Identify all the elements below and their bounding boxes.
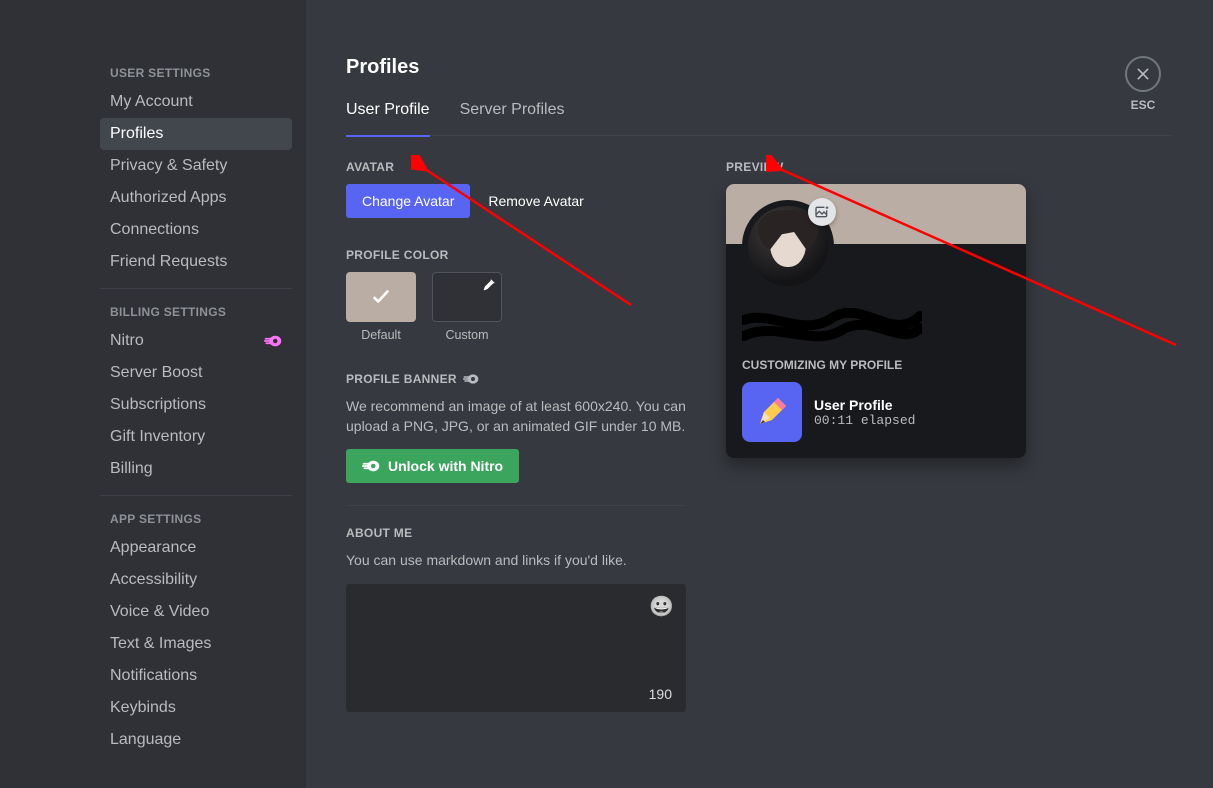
- profile-tabs: User Profile Server Profiles: [346, 101, 1173, 136]
- esc-label: ESC: [1131, 98, 1156, 112]
- unlock-nitro-button[interactable]: Unlock with Nitro: [346, 449, 519, 483]
- sidebar-item-label: Language: [110, 731, 181, 749]
- sidebar-item-notifications[interactable]: Notifications: [100, 660, 292, 692]
- sidebar-item-label: Privacy & Safety: [110, 157, 227, 175]
- sidebar-item-label: My Account: [110, 93, 193, 111]
- divider: [346, 505, 686, 506]
- sidebar-item-label: Keybinds: [110, 699, 176, 717]
- nitro-icon: [463, 373, 479, 385]
- sidebar-item-accessibility[interactable]: Accessibility: [100, 564, 292, 596]
- sidebar-item-label: Gift Inventory: [110, 428, 205, 446]
- preview-section-heading: CUSTOMIZING MY PROFILE: [742, 358, 1010, 372]
- tab-user-profile[interactable]: User Profile: [346, 101, 430, 135]
- preview-banner[interactable]: [726, 184, 1026, 244]
- username-redacted: [742, 308, 1010, 350]
- sidebar-item-appearance[interactable]: Appearance: [100, 532, 292, 564]
- sidebar-item-label: Accessibility: [110, 571, 197, 589]
- sidebar-item-friend-requests[interactable]: Friend Requests: [100, 246, 292, 278]
- avatar-heading: AVATAR: [346, 160, 686, 174]
- sidebar-heading-app: APP SETTINGS: [100, 506, 292, 532]
- sidebar-item-label: Friend Requests: [110, 253, 227, 271]
- activity-suffix: elapsed: [853, 413, 915, 428]
- change-avatar-button[interactable]: Change Avatar: [346, 184, 470, 218]
- sidebar-item-label: Voice & Video: [110, 603, 209, 621]
- sidebar-item-voice-video[interactable]: Voice & Video: [100, 596, 292, 628]
- sidebar-item-gift-inventory[interactable]: Gift Inventory: [100, 421, 292, 453]
- about-me-char-count: 190: [649, 686, 672, 702]
- activity-time: 00:11: [814, 413, 853, 428]
- sidebar-item-label: Server Boost: [110, 364, 202, 382]
- sidebar-item-my-account[interactable]: My Account: [100, 86, 292, 118]
- nitro-icon: [264, 334, 282, 348]
- tab-server-profiles[interactable]: Server Profiles: [460, 101, 565, 135]
- close-button[interactable]: [1125, 56, 1161, 92]
- sidebar-item-language[interactable]: Language: [100, 724, 292, 756]
- sidebar-item-label: Notifications: [110, 667, 197, 685]
- sidebar-item-label: Billing: [110, 460, 153, 478]
- sidebar-item-billing[interactable]: Billing: [100, 453, 292, 485]
- sidebar-separator: [100, 288, 292, 289]
- sidebar-item-label: Connections: [110, 221, 199, 239]
- check-icon: [370, 286, 392, 308]
- nitro-icon: [362, 459, 380, 473]
- sidebar-item-privacy[interactable]: Privacy & Safety: [100, 150, 292, 182]
- sidebar-item-server-boost[interactable]: Server Boost: [100, 357, 292, 389]
- preview-heading: PREVIEW: [726, 160, 1026, 174]
- sidebar-item-keybinds[interactable]: Keybinds: [100, 692, 292, 724]
- unlock-nitro-label: Unlock with Nitro: [388, 458, 503, 474]
- profile-color-heading: PROFILE COLOR: [346, 248, 686, 262]
- color-swatch-custom[interactable]: [432, 272, 502, 322]
- color-swatch-default[interactable]: [346, 272, 416, 322]
- about-me-heading: ABOUT ME: [346, 526, 686, 540]
- sidebar-item-authorized-apps[interactable]: Authorized Apps: [100, 182, 292, 214]
- sidebar-item-profiles[interactable]: Profiles: [100, 118, 292, 150]
- swatch-label-custom: Custom: [445, 328, 488, 342]
- activity-subtitle: 00:11 elapsed: [814, 413, 915, 428]
- image-add-icon: [814, 204, 830, 220]
- sidebar-separator: [100, 495, 292, 496]
- close-icon: [1135, 66, 1151, 82]
- sidebar-item-label: Appearance: [110, 539, 196, 557]
- profile-banner-heading: PROFILE BANNER: [346, 372, 686, 386]
- about-me-input[interactable]: 😀 190: [346, 584, 686, 712]
- eyedropper-icon: [482, 278, 496, 292]
- sidebar-item-label: Profiles: [110, 125, 163, 143]
- emoji-picker-icon[interactable]: 😀: [649, 594, 674, 619]
- profile-banner-heading-text: PROFILE BANNER: [346, 372, 457, 386]
- sidebar-item-label: Nitro: [110, 332, 144, 350]
- settings-main: Profiles User Profile Server Profiles AV…: [306, 0, 1213, 788]
- page-title: Profiles: [346, 56, 1173, 79]
- activity-row: User Profile 00:11 elapsed: [742, 382, 1010, 442]
- sidebar-item-label: Text & Images: [110, 635, 211, 653]
- sidebar-item-nitro[interactable]: Nitro: [100, 325, 292, 357]
- settings-sidebar: USER SETTINGS My Account Profiles Privac…: [0, 0, 306, 788]
- profile-preview-card: CUSTOMIZING MY PROFILE User Profile 00:1…: [726, 184, 1026, 458]
- sidebar-heading-user: USER SETTINGS: [100, 60, 292, 86]
- sidebar-item-subscriptions[interactable]: Subscriptions: [100, 389, 292, 421]
- sidebar-item-connections[interactable]: Connections: [100, 214, 292, 246]
- activity-pencil-icon: [742, 382, 802, 442]
- sidebar-item-label: Subscriptions: [110, 396, 206, 414]
- swatch-label-default: Default: [361, 328, 401, 342]
- sidebar-item-label: Authorized Apps: [110, 189, 227, 207]
- upload-banner-button[interactable]: [808, 198, 836, 226]
- about-me-desc: You can use markdown and links if you'd …: [346, 550, 686, 570]
- remove-avatar-button[interactable]: Remove Avatar: [488, 193, 583, 209]
- profile-banner-desc: We recommend an image of at least 600x24…: [346, 396, 686, 437]
- activity-title: User Profile: [814, 397, 915, 413]
- sidebar-item-text-images[interactable]: Text & Images: [100, 628, 292, 660]
- sidebar-heading-billing: BILLING SETTINGS: [100, 299, 292, 325]
